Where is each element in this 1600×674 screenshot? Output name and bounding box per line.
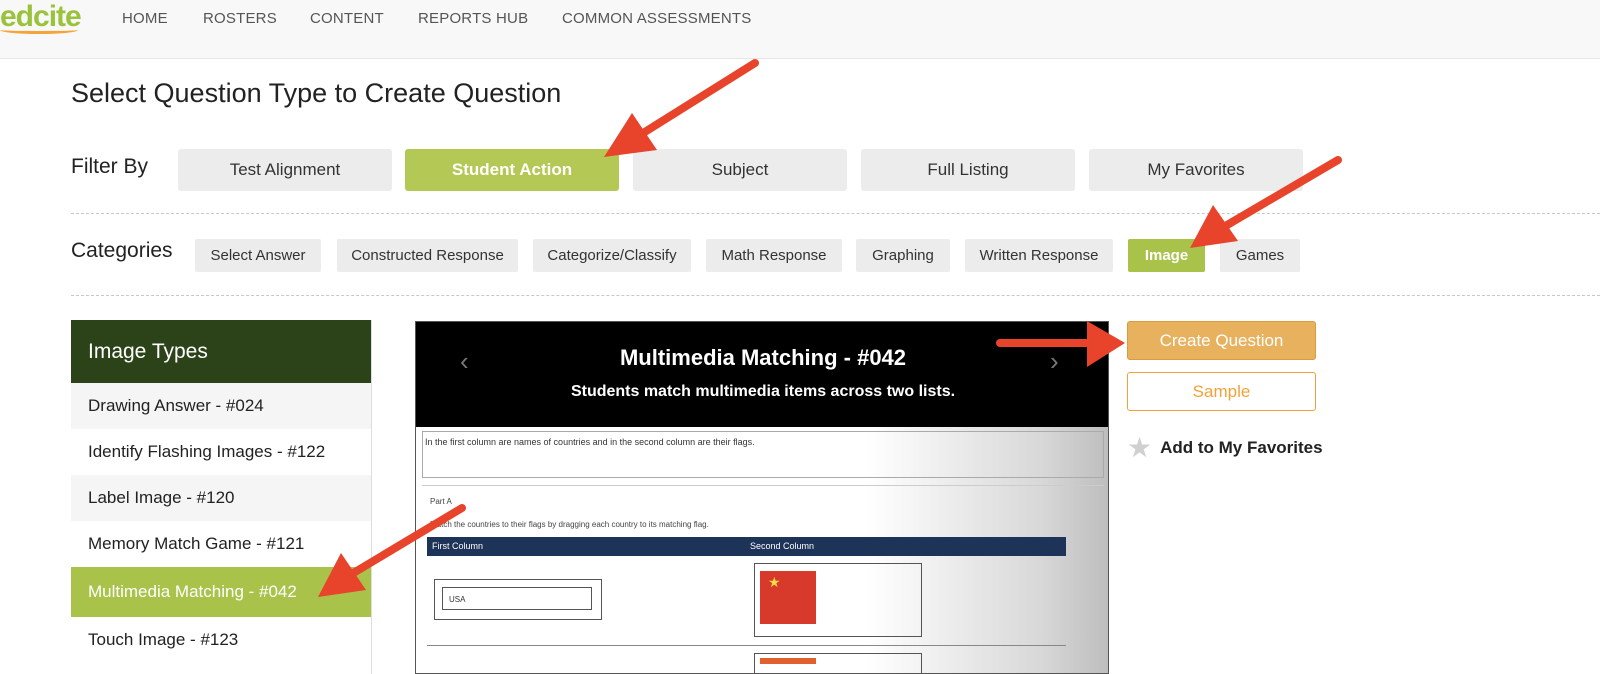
filter-full-listing[interactable]: Full Listing [861, 149, 1075, 191]
filter-test-alignment[interactable]: Test Alignment [178, 149, 392, 191]
nav-home[interactable]: HOME [122, 10, 168, 27]
divider [427, 645, 1066, 646]
nav-content[interactable]: CONTENT [310, 10, 384, 27]
category-graphing[interactable]: Graphing [856, 239, 950, 272]
image-types-header: Image Types [71, 320, 371, 383]
category-constructed-response[interactable]: Constructed Response [337, 239, 518, 272]
preview-title: Multimedia Matching - #042 [619, 345, 907, 370]
preview-instruction: Match the countries to their flags by dr… [430, 520, 709, 529]
preview-subtitle: Students match multimedia items across t… [570, 383, 956, 400]
filter-subject[interactable]: Subject [633, 149, 847, 191]
filter-student-action[interactable]: Student Action [405, 149, 619, 191]
divider [71, 213, 1600, 214]
type-item-label-image[interactable]: Label Image - #120 [71, 475, 371, 521]
category-select-answer[interactable]: Select Answer [195, 239, 321, 272]
china-flag-image: ★ [760, 571, 816, 624]
preview-prompt: In the first column are names of countri… [422, 431, 1104, 478]
add-to-favorites-label: Add to My Favorites [1160, 438, 1323, 457]
answer-drop-zone: USA [434, 579, 602, 620]
filter-my-favorites[interactable]: My Favorites [1089, 149, 1303, 191]
column-header-second: Second Column [750, 541, 815, 551]
category-categorize-classify[interactable]: Categorize/Classify [533, 239, 691, 272]
annotation-arrow-icon [636, 59, 759, 139]
category-image[interactable]: Image [1128, 239, 1205, 272]
chevron-right-icon[interactable]: › [1050, 346, 1059, 377]
star-icon: ★ [768, 574, 781, 590]
type-item-drawing-answer[interactable]: Drawing Answer - #024 [71, 383, 371, 429]
category-written-response[interactable]: Written Response [965, 239, 1113, 272]
flag-box [754, 653, 922, 673]
answer-chip: USA [442, 587, 592, 610]
preview-part-label: Part A [430, 497, 452, 506]
nav-rosters[interactable]: ROSTERS [203, 10, 277, 27]
column-header-first: First Column [432, 541, 484, 551]
category-games[interactable]: Games [1220, 239, 1300, 272]
type-item-identify-flashing-images[interactable]: Identify Flashing Images - #122 [71, 429, 371, 475]
divider [71, 295, 1600, 296]
type-item-touch-image[interactable]: Touch Image - #123 [71, 617, 371, 663]
sample-button[interactable]: Sample [1127, 372, 1316, 411]
preview-table-header: First Column Second Column [427, 537, 1066, 556]
add-to-favorites[interactable]: ★ Add to My Favorites [1127, 434, 1323, 462]
type-item-memory-match-game[interactable]: Memory Match Game - #121 [71, 521, 371, 567]
nav-common-assessments[interactable]: COMMON ASSESSMENTS [562, 10, 751, 27]
question-preview: ‹ Multimedia Matching - #042 Students ma… [415, 321, 1109, 674]
top-nav: edcite HOME ROSTERS CONTENT REPORTS HUB … [0, 0, 1600, 59]
star-icon[interactable]: ★ [1127, 434, 1152, 462]
logo-swoosh [0, 26, 78, 34]
type-item-multimedia-matching[interactable]: Multimedia Matching - #042 [71, 567, 371, 617]
categories-label: Categories [71, 239, 173, 262]
page-title: Select Question Type to Create Question [71, 78, 562, 108]
filter-label: Filter By [71, 155, 149, 178]
image-types-panel: Image Types Drawing Answer - #024 Identi… [71, 320, 372, 674]
create-question-button[interactable]: Create Question [1127, 321, 1316, 360]
nav-reports-hub[interactable]: REPORTS HUB [418, 10, 528, 27]
divider [422, 485, 1104, 486]
flag-image [760, 658, 816, 664]
preview-body: In the first column are names of countri… [416, 427, 1108, 673]
flag-box: ★ [754, 563, 922, 637]
category-math-response[interactable]: Math Response [706, 239, 842, 272]
preview-header: ‹ Multimedia Matching - #042 Students ma… [416, 322, 1108, 427]
